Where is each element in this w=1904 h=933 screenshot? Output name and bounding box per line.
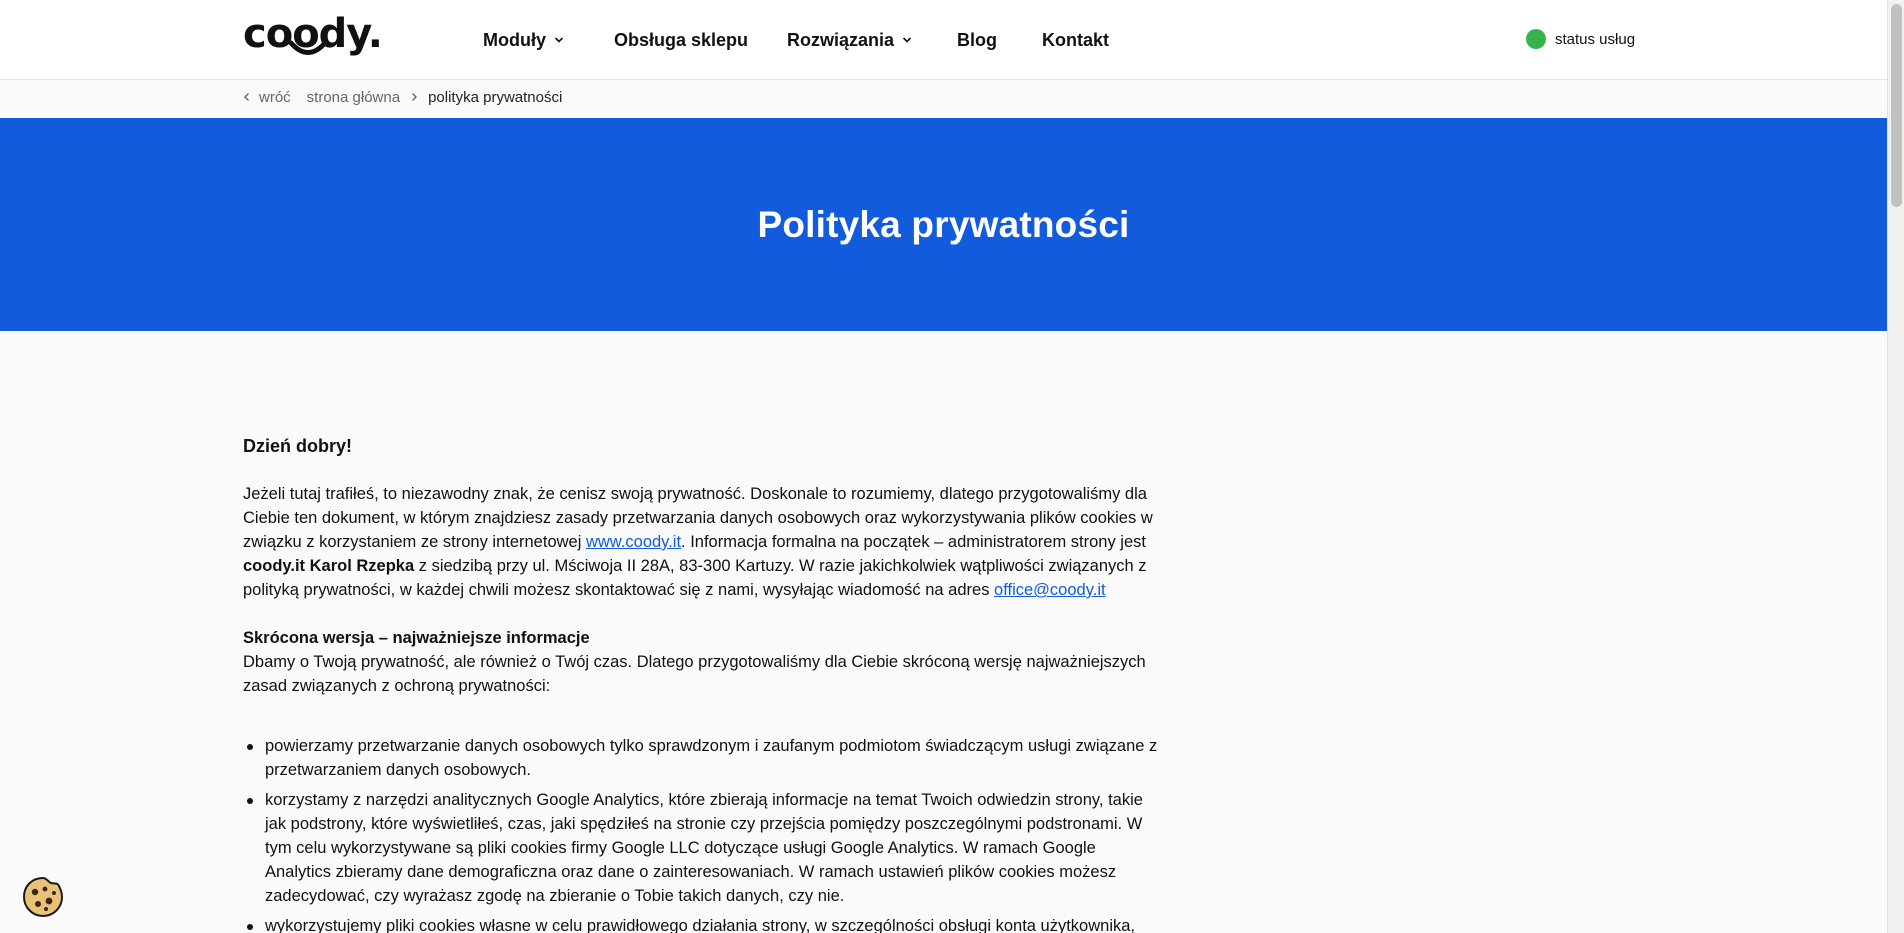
nav-item-blog[interactable]: Blog (957, 28, 997, 52)
nav-item-rozwiazania[interactable]: Rozwiązania (787, 28, 912, 52)
scrollbar-thumb[interactable] (1891, 4, 1902, 207)
chevron-right-icon (410, 92, 418, 102)
greeting-heading: Dzień dobry! (243, 436, 353, 456)
company-name: coody.it Karol Rzepka (243, 557, 415, 575)
logo-smile-icon (288, 40, 328, 55)
breadcrumb-home-link[interactable]: strona główna (307, 89, 400, 106)
nav-item-moduly[interactable]: Moduły (483, 28, 564, 52)
short-version-heading: Skrócona wersja – najważniejsze informac… (243, 629, 590, 647)
status-label: status usług (1555, 30, 1636, 48)
nav-label: Rozwiązania (787, 30, 895, 50)
site-header: coody. Moduły Obsługa sklepu Rozwiązania (0, 0, 1887, 80)
key-points-list: powierzamy przetwarzanie danych osobowyc… (243, 734, 1165, 933)
intro-paragraph: Jeżeli tutaj trafiłeś, to niezawodny zna… (243, 482, 1165, 602)
nav-label: Moduły (483, 30, 546, 50)
breadcrumb-back-label: wróć (259, 88, 291, 106)
short-version-lead: Dbamy o Twoją prywatność, ale również o … (243, 653, 1146, 695)
intro-text-2: . Informacja formalna na początek – admi… (681, 533, 1146, 551)
page: coody. Moduły Obsługa sklepu Rozwiązania (0, 0, 1887, 933)
page-title: Polityka prywatności (757, 203, 1130, 245)
site-link[interactable]: www.coody.it (586, 533, 681, 551)
cookie-settings-button[interactable] (21, 875, 65, 919)
nav-item-obsluga-sklepu[interactable]: Obsługa sklepu (614, 28, 748, 52)
chevron-down-icon (902, 37, 912, 43)
vertical-scrollbar[interactable] (1887, 0, 1904, 933)
hero-banner: Polityka prywatności (0, 118, 1887, 331)
chevron-left-icon (244, 93, 249, 101)
list-item: powierzamy przetwarzanie danych osobowyc… (247, 734, 1165, 782)
breadcrumb-current: polityka prywatności (428, 88, 563, 106)
list-item: wykorzystujemy pliki cookies własne w ce… (247, 914, 1165, 933)
nav-item-kontakt[interactable]: Kontakt (1042, 28, 1109, 52)
chevron-down-icon (554, 37, 564, 43)
breadcrumb: wróć strona główna polityka prywatności (243, 86, 562, 108)
status-indicator-icon (1526, 29, 1546, 49)
privacy-policy-content: Dzień dobry! Jeżeli tutaj trafiłeś, to n… (243, 432, 1165, 933)
email-link[interactable]: office@coody.it (994, 581, 1106, 599)
list-item: korzystamy z narzędzi analitycznych Goog… (247, 788, 1165, 908)
cookie-icon (22, 876, 64, 918)
service-status-link[interactable]: status usług (1526, 29, 1635, 49)
breadcrumb-back-link[interactable]: wróć (243, 89, 291, 106)
nav-label: Blog (957, 30, 997, 50)
nav-label: Obsługa sklepu (614, 30, 749, 50)
nav-label: Kontakt (1042, 30, 1109, 50)
